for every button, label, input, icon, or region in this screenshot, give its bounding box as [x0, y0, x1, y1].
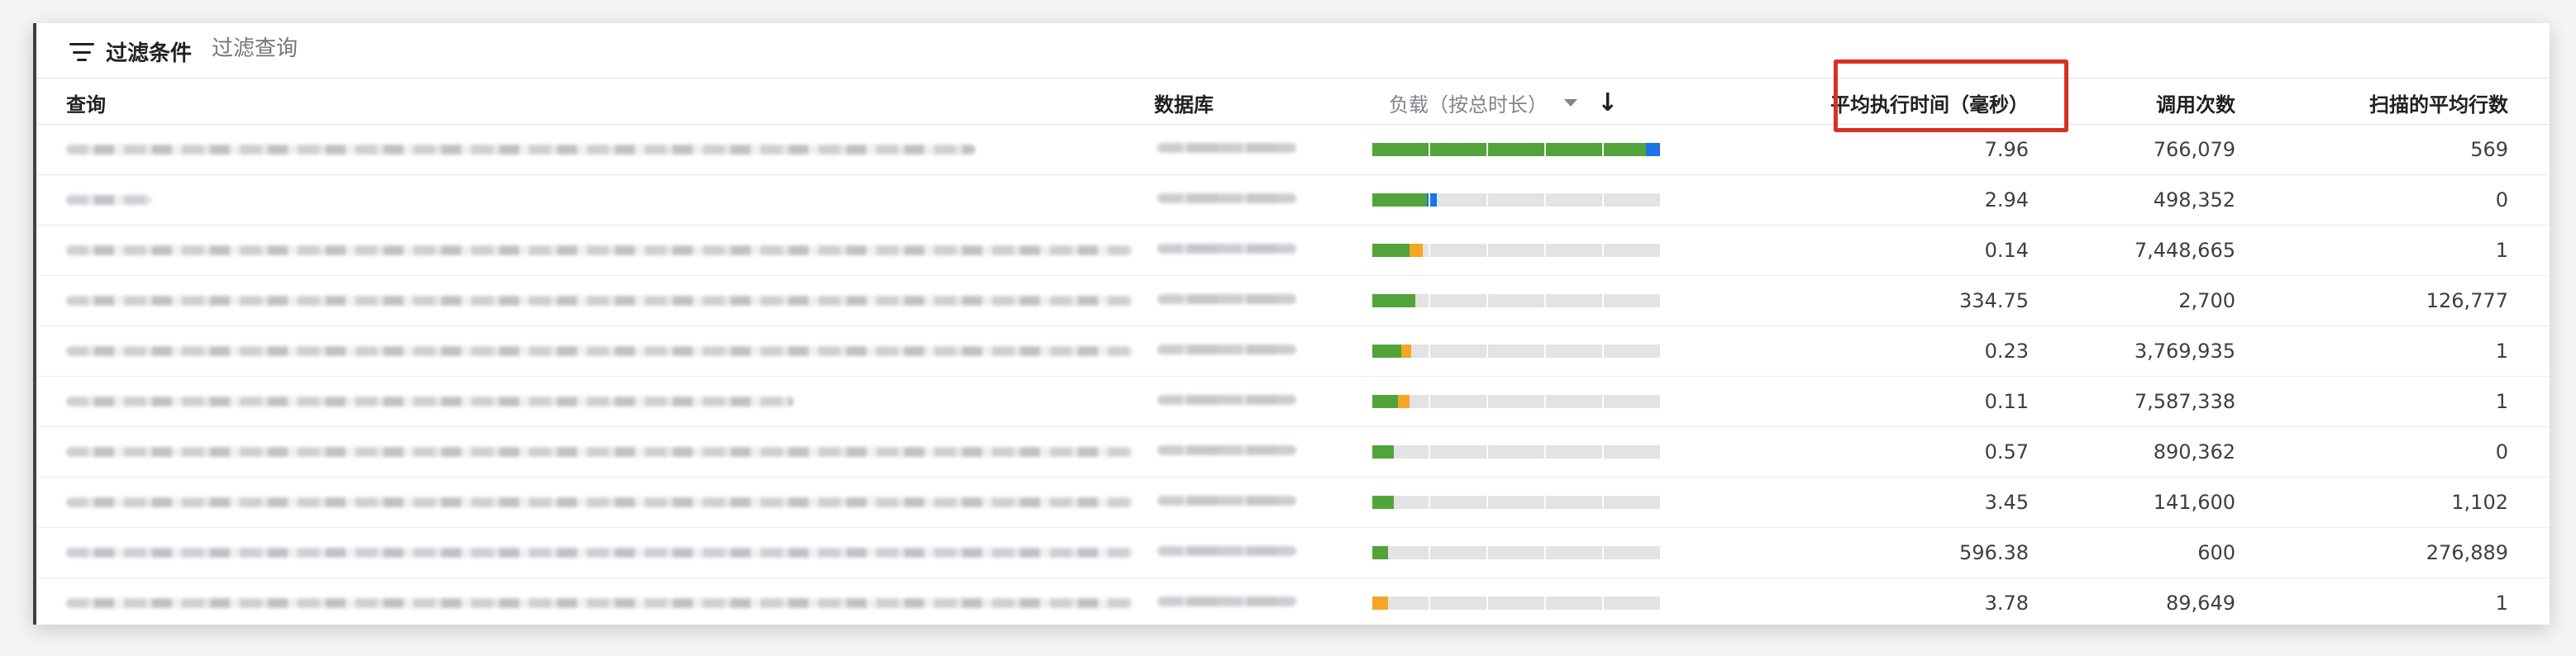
column-header-calls[interactable]: 调用次数 [2156, 88, 2235, 117]
load-bar [1372, 395, 1660, 408]
table-row[interactable]: 0.57 890,362 0 [36, 427, 2550, 478]
avg-rows-scanned-cell: 1,102 [2451, 491, 2508, 514]
calls-cell: 141,600 [2153, 491, 2235, 514]
database-name-redacted [1157, 395, 1296, 405]
table-header: 查询 数据库 负载（按总时长） ↓ 平均执行时间（毫秒） 调用次数 扫描的平均行… [36, 78, 2550, 125]
filter-list-icon[interactable] [69, 43, 94, 61]
filter-title: 过滤条件 [106, 41, 193, 66]
avg-rows-scanned-cell: 569 [2470, 138, 2508, 161]
query-text-redacted[interactable] [66, 447, 1133, 457]
query-text-redacted[interactable] [66, 245, 1133, 255]
avg-exec-time-cell: 0.23 [1984, 340, 2029, 363]
table-row[interactable]: 0.14 7,448,665 1 [36, 226, 2550, 276]
load-bar-ticks [1372, 193, 1660, 207]
caret-down-icon[interactable] [1564, 99, 1577, 107]
database-name-redacted [1157, 143, 1296, 153]
avg-exec-time-cell: 0.14 [1984, 239, 2029, 262]
query-text-redacted[interactable] [66, 346, 1133, 356]
calls-cell: 2,700 [2178, 289, 2235, 312]
table-row[interactable]: 334.75 2,700 126,777 [36, 276, 2550, 326]
load-bar [1372, 193, 1660, 207]
load-bar-ticks [1372, 244, 1660, 257]
load-bar-ticks [1372, 496, 1660, 509]
avg-exec-time-cell: 7.96 [1984, 138, 2029, 161]
load-bar-ticks [1372, 143, 1660, 156]
query-text-redacted[interactable] [66, 598, 1133, 608]
column-header-load[interactable]: 负载（按总时长） ↓ [1389, 88, 1618, 117]
avg-rows-scanned-cell: 1 [2495, 390, 2508, 413]
calls-cell: 498,352 [2153, 188, 2235, 212]
calls-cell: 89,649 [2166, 592, 2235, 615]
table-row[interactable]: 7.96 766,079 569 [36, 125, 2550, 175]
calls-cell: 7,448,665 [2134, 239, 2235, 262]
table-row[interactable]: 2.94 498,352 0 [36, 175, 2550, 226]
column-header-avg-rows-scanned[interactable]: 扫描的平均行数 [2369, 88, 2508, 117]
avg-exec-time-cell: 3.78 [1984, 592, 2029, 615]
load-bar-ticks [1372, 597, 1660, 610]
avg-rows-scanned-cell: 1 [2495, 592, 2508, 615]
query-text-redacted[interactable] [66, 397, 794, 406]
avg-exec-time-cell: 0.11 [1984, 390, 2029, 413]
load-bar-ticks [1372, 294, 1660, 307]
arrow-down-icon[interactable]: ↓ [1597, 90, 1618, 116]
load-bar-ticks [1372, 546, 1660, 559]
table-row[interactable]: 596.38 600 276,889 [36, 528, 2550, 578]
table-row[interactable]: 3.78 89,649 1 [36, 578, 2550, 625]
load-bar-ticks [1372, 395, 1660, 408]
table-row[interactable]: 3.45 141,600 1,102 [36, 478, 2550, 528]
database-name-redacted [1157, 244, 1296, 254]
load-bar-ticks [1372, 445, 1660, 459]
avg-rows-scanned-cell: 126,777 [2426, 289, 2508, 312]
database-name-redacted [1157, 345, 1296, 354]
column-header-avg-exec-time[interactable]: 平均执行时间（毫秒） [1830, 88, 2029, 117]
avg-exec-time-cell: 0.57 [1984, 440, 2029, 463]
avg-rows-scanned-cell: 0 [2495, 440, 2508, 463]
query-text-redacted[interactable] [66, 296, 1133, 306]
database-name-redacted [1157, 597, 1296, 606]
column-header-database[interactable]: 数据库 [1154, 88, 1214, 117]
load-bar-ticks [1372, 345, 1660, 358]
column-header-query[interactable]: 查询 [66, 88, 106, 117]
load-bar [1372, 546, 1660, 559]
calls-cell: 890,362 [2153, 440, 2235, 463]
filter-bar: 过滤条件 [36, 23, 2550, 78]
database-name-redacted [1157, 445, 1296, 455]
avg-exec-time-cell: 334.75 [1959, 289, 2029, 312]
avg-exec-time-cell: 3.45 [1984, 491, 2029, 514]
load-bar [1372, 597, 1660, 610]
avg-exec-time-cell: 596.38 [1959, 541, 2029, 564]
column-header-load-label: 负载（按总时长） [1389, 93, 1548, 116]
table-body: 7.96 766,079 569 2.94 498,352 0 0.14 7,448,665 1… [36, 125, 2550, 625]
load-bar [1372, 496, 1660, 509]
calls-cell: 3,769,935 [2134, 340, 2235, 363]
database-name-redacted [1157, 546, 1296, 556]
query-insights-table-card: 过滤条件 查询 数据库 负载（按总时长） ↓ 平均执行时间（毫秒） 调用次数 扫… [33, 23, 2550, 625]
query-text-redacted[interactable] [66, 548, 1133, 558]
load-bar [1372, 143, 1660, 156]
avg-exec-time-cell: 2.94 [1984, 188, 2029, 212]
avg-rows-scanned-cell: 0 [2495, 188, 2508, 212]
load-bar [1372, 445, 1660, 459]
query-text-redacted[interactable] [66, 497, 1133, 507]
avg-rows-scanned-cell: 1 [2495, 340, 2508, 363]
calls-cell: 7,587,338 [2134, 390, 2235, 413]
table-row[interactable]: 0.23 3,769,935 1 [36, 326, 2550, 377]
avg-rows-scanned-cell: 1 [2495, 239, 2508, 262]
database-name-redacted [1157, 294, 1296, 304]
calls-cell: 766,079 [2153, 138, 2235, 161]
load-bar [1372, 294, 1660, 307]
query-text-redacted[interactable] [66, 145, 976, 154]
database-name-redacted [1157, 496, 1296, 506]
avg-rows-scanned-cell: 276,889 [2426, 541, 2508, 564]
table-row[interactable]: 0.11 7,587,338 1 [36, 377, 2550, 427]
load-bar [1372, 345, 1660, 358]
load-bar [1372, 244, 1660, 257]
filter-query-input[interactable] [212, 36, 708, 61]
database-name-redacted [1157, 193, 1296, 203]
query-text-redacted[interactable] [66, 195, 152, 205]
calls-cell: 600 [2197, 541, 2235, 564]
